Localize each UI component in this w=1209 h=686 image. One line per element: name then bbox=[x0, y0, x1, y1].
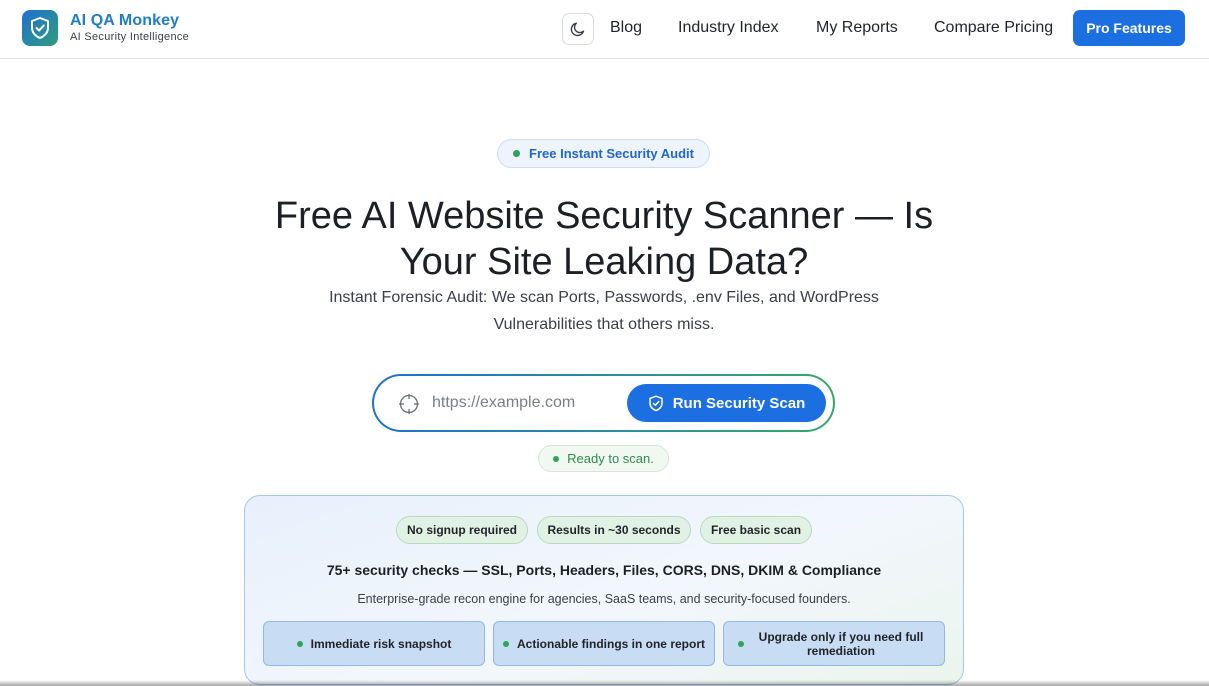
badge-label: Free Instant Security Audit bbox=[529, 146, 694, 161]
moon-icon bbox=[570, 22, 585, 37]
nav-compare-pricing[interactable]: Compare Pricing bbox=[934, 19, 1053, 37]
feature-actionable-findings: Actionable findings in one report bbox=[493, 621, 715, 666]
bullet-dot-icon bbox=[738, 640, 744, 647]
brand-name[interactable]: AI QA Monkey bbox=[70, 12, 179, 30]
nav-industry-index[interactable]: Industry Index bbox=[678, 19, 779, 37]
scan-form-inner: Run Security Scan bbox=[374, 376, 833, 430]
scan-form: Run Security Scan bbox=[372, 374, 835, 432]
scan-button-label: Run Security Scan bbox=[672, 394, 806, 412]
nav-blog[interactable]: Blog bbox=[610, 19, 642, 37]
free-audit-badge: Free Instant Security Audit bbox=[497, 139, 710, 168]
status-dot-icon bbox=[553, 455, 560, 462]
card-description: Enterprise-grade recon engine for agenci… bbox=[357, 592, 851, 606]
status-dot-icon bbox=[513, 150, 521, 157]
brand-tagline: AI Security Intelligence bbox=[70, 31, 190, 43]
features-card: No signup required Results in ~30 second… bbox=[244, 495, 964, 685]
bullet-dot-icon bbox=[296, 640, 303, 647]
chip-no-signup: No signup required bbox=[396, 516, 528, 544]
crosshair-icon bbox=[399, 394, 419, 414]
bottom-edge-shadow bbox=[0, 680, 1209, 686]
feature-label: Upgrade only if you need full remediatio… bbox=[758, 629, 924, 658]
page-subtitle: Instant Forensic Audit: We scan Ports, P… bbox=[329, 289, 879, 333]
nav-my-reports[interactable]: My Reports bbox=[816, 19, 898, 37]
feature-upgrade: Upgrade only if you need full remediatio… bbox=[723, 621, 945, 666]
card-title: 75+ security checks — SSL, Ports, Header… bbox=[326, 562, 882, 578]
scan-status-text: Ready to scan. bbox=[567, 451, 654, 466]
feature-label: Actionable findings in one report bbox=[516, 636, 705, 651]
scan-status-badge: Ready to scan. bbox=[538, 445, 669, 472]
feature-risk-snapshot: Immediate risk snapshot bbox=[263, 621, 485, 666]
pro-features-button[interactable]: Pro Features bbox=[1073, 10, 1185, 46]
top-header: AI QA Monkey AI Security Intelligence Bl… bbox=[0, 0, 1209, 59]
url-input[interactable] bbox=[432, 390, 612, 416]
page-title: Free AI Website Security Scanner — Is Yo… bbox=[274, 195, 934, 283]
feature-label: Immediate risk snapshot bbox=[310, 636, 452, 651]
theme-toggle-button[interactable] bbox=[562, 13, 594, 45]
shield-logo-icon[interactable] bbox=[22, 10, 58, 46]
bullet-dot-icon bbox=[502, 640, 509, 647]
run-security-scan-button[interactable]: Run Security Scan bbox=[627, 384, 826, 422]
shield-check-icon bbox=[648, 394, 663, 411]
chip-results-time: Results in ~30 seconds bbox=[537, 516, 691, 544]
chip-free-basic: Free basic scan bbox=[700, 516, 812, 544]
